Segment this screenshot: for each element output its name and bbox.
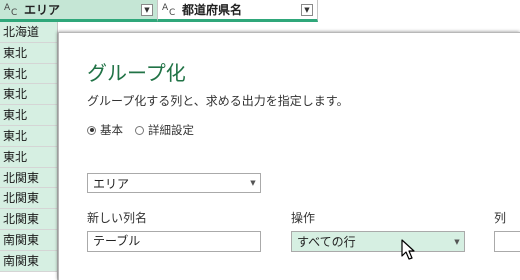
- radio-unchecked-icon[interactable]: [135, 125, 144, 135]
- column-label: 列: [494, 211, 507, 225]
- operation-value: すべての行: [297, 235, 356, 249]
- group-by-column-value: エリア: [93, 176, 130, 191]
- radio-label: 基本: [100, 123, 123, 137]
- radio-label: 詳細設定: [148, 123, 194, 137]
- table-cell[interactable]: 東北: [0, 42, 58, 64]
- table-cell[interactable]: 東北: [0, 125, 58, 147]
- group-by-column-select[interactable]: エリア ▼: [87, 173, 261, 193]
- table-cell[interactable]: 南関東: [0, 229, 58, 251]
- area-column-cells: 北海道 東北 東北 東北 東北 東北 東北 北関東 北関東 北関東 南関東 南関…: [0, 22, 58, 272]
- table-cell[interactable]: 東北: [0, 146, 58, 168]
- table-cell[interactable]: 東北: [0, 63, 58, 85]
- column-header-prefecture[interactable]: A C 都道府県名 ▼: [158, 0, 318, 22]
- chevron-down-icon[interactable]: ▼: [450, 238, 464, 246]
- table-cell[interactable]: 東北: [0, 84, 58, 106]
- column-header-label: 都道府県名: [182, 3, 243, 17]
- table-cell[interactable]: 北関東: [0, 188, 58, 210]
- group-by-dialog: グループ化 グループ化する列と、求める出力を指定します。 基本 詳細設定 エリア…: [58, 32, 520, 280]
- column-header-area[interactable]: A C エリア ▼: [0, 0, 158, 22]
- abc-text-type-icon[interactable]: A C: [4, 2, 20, 18]
- abc-text-type-icon[interactable]: A C: [162, 2, 178, 18]
- type-icon-letter-c: C: [169, 7, 176, 18]
- type-icon-letter-c: C: [11, 7, 18, 18]
- radio-advanced[interactable]: 詳細設定: [135, 122, 194, 138]
- mouse-cursor-icon: [401, 239, 415, 260]
- new-column-name-label: 新しい列名: [87, 211, 148, 225]
- dialog-title: グループ化: [87, 61, 186, 85]
- mode-radio-group: 基本 詳細設定: [87, 122, 206, 138]
- aggregate-column-select[interactable]: [494, 231, 520, 252]
- operation-label: 操作: [291, 211, 316, 225]
- chevron-down-icon[interactable]: ▼: [246, 179, 260, 187]
- table-cell[interactable]: 東北: [0, 105, 58, 126]
- type-icon-letter-a: A: [162, 2, 169, 13]
- filter-dropdown-icon[interactable]: ▼: [141, 3, 153, 16]
- filter-dropdown-icon[interactable]: ▼: [301, 3, 313, 16]
- dialog-description: グループ化する列と、求める出力を指定します。: [87, 94, 349, 108]
- table-cell[interactable]: 北海道: [0, 22, 58, 43]
- new-column-name-input[interactable]: テーブル: [87, 231, 261, 252]
- radio-checked-icon[interactable]: [87, 125, 96, 135]
- radio-basic[interactable]: 基本: [87, 122, 123, 138]
- table-cell[interactable]: 南関東: [0, 250, 58, 272]
- type-icon-letter-a: A: [4, 2, 11, 13]
- column-header-label: エリア: [24, 3, 61, 17]
- table-cell[interactable]: 北関東: [0, 167, 58, 189]
- operation-select[interactable]: すべての行 ▼: [291, 231, 465, 252]
- table-cell[interactable]: 北関東: [0, 209, 58, 230]
